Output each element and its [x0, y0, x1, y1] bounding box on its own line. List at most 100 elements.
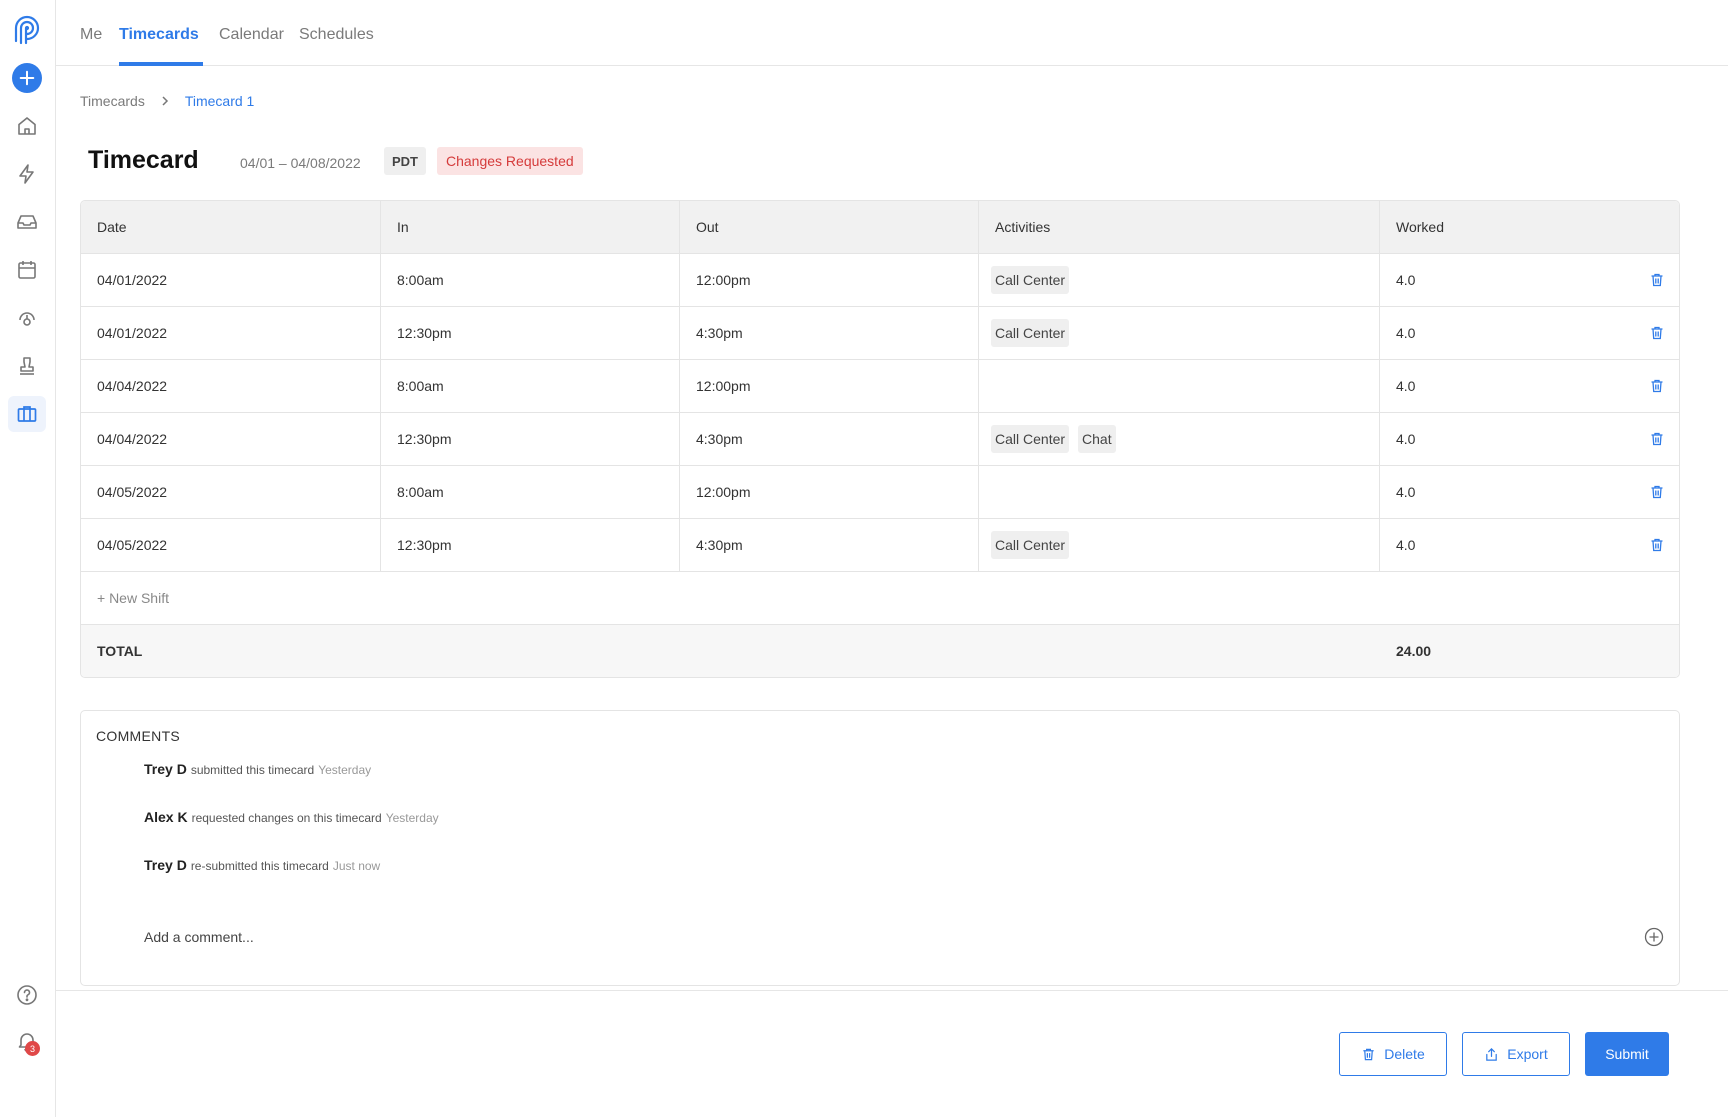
trash-icon[interactable] — [1649, 378, 1665, 394]
shift-worked-hours: 4.0 — [1396, 484, 1416, 500]
table-row[interactable]: 04/05/2022 12:30pm 4:30pm Call Center 4.… — [81, 519, 1679, 572]
shift-activities[interactable]: Call Center — [979, 519, 1380, 571]
shift-worked-hours: 4.0 — [1396, 325, 1416, 341]
trash-icon[interactable] — [1649, 431, 1665, 447]
delete-button[interactable]: Delete — [1339, 1032, 1447, 1076]
stamp-icon[interactable] — [8, 348, 46, 384]
shift-worked-cell: 4.0 — [1380, 254, 1679, 306]
comment-time: Yesterday — [385, 811, 439, 825]
shift-in-time[interactable]: 12:30pm — [381, 307, 680, 359]
comment-action: requested changes on this timecard — [191, 811, 382, 825]
table-header-row: Date In Out Activities Worked — [81, 201, 1679, 254]
shift-date[interactable]: 04/01/2022 — [81, 254, 381, 306]
shift-worked-cell: 4.0 — [1380, 360, 1679, 412]
trash-icon[interactable] — [1649, 484, 1665, 500]
bolt-icon[interactable] — [8, 156, 46, 192]
shift-in-time[interactable]: 12:30pm — [381, 413, 680, 465]
shift-out-time[interactable]: 12:00pm — [680, 466, 979, 518]
shift-date[interactable]: 04/05/2022 — [81, 466, 381, 518]
shift-worked-cell: 4.0 — [1380, 519, 1679, 571]
column-header-out: Out — [680, 201, 979, 253]
tab-me[interactable]: Me — [80, 26, 102, 44]
shift-in-time[interactable]: 8:00am — [381, 254, 680, 306]
trash-icon[interactable] — [1649, 272, 1665, 288]
briefcase-icon[interactable] — [8, 396, 46, 432]
comment-item: Trey Dsubmitted this timecard Yesterday — [144, 761, 371, 777]
shift-out-time[interactable]: 4:30pm — [680, 519, 979, 571]
shift-worked-hours: 4.0 — [1396, 537, 1416, 553]
shift-worked-cell: 4.0 — [1380, 466, 1679, 518]
trash-icon — [1363, 1048, 1374, 1060]
calendar-icon[interactable] — [8, 252, 46, 288]
create-new-button[interactable] — [12, 63, 42, 93]
notifications-bell-icon[interactable]: 3 — [8, 1023, 46, 1059]
submit-button[interactable]: Submit — [1585, 1032, 1669, 1076]
column-header-activities: Activities — [979, 201, 1380, 253]
page-title: Timecard — [88, 146, 199, 174]
shift-worked-cell: 4.0 — [1380, 307, 1679, 359]
tab-calendar[interactable]: Calendar — [219, 26, 284, 44]
app-logo[interactable] — [9, 12, 45, 48]
comment-author: Trey D — [144, 761, 187, 777]
comment-input[interactable] — [144, 929, 1614, 945]
activity-tag[interactable]: Call Center — [991, 425, 1070, 453]
comment-time: Yesterday — [318, 763, 372, 777]
activity-tag[interactable]: Call Center — [991, 266, 1070, 294]
shift-activities[interactable]: Call Center Chat — [979, 413, 1380, 465]
table-row[interactable]: 04/01/2022 12:30pm 4:30pm Call Center 4.… — [81, 307, 1679, 360]
chevron-right-icon — [159, 95, 171, 107]
shift-worked-hours: 4.0 — [1396, 431, 1416, 447]
shift-worked-hours: 4.0 — [1396, 378, 1416, 394]
new-shift-button[interactable]: + New Shift — [81, 572, 1679, 625]
activity-tag[interactable]: Chat — [1078, 425, 1116, 453]
sidebar: 3 — [0, 0, 56, 1117]
export-icon — [1486, 1047, 1498, 1061]
trash-icon[interactable] — [1649, 325, 1665, 341]
comment-item: Trey Dre-submitted this timecard Just now — [144, 857, 380, 873]
column-header-worked: Worked — [1396, 219, 1444, 235]
column-header-date: Date — [81, 201, 381, 253]
comment-item: Alex Krequested changes on this timecard… — [144, 809, 439, 825]
table-row[interactable]: 04/01/2022 8:00am 12:00pm Call Center 4.… — [81, 254, 1679, 307]
activity-tag[interactable]: Call Center — [991, 319, 1070, 347]
table-row[interactable]: 04/04/2022 8:00am 12:00pm 4.0 — [81, 360, 1679, 413]
location-pin-icon[interactable] — [8, 300, 46, 336]
column-header-in: In — [381, 201, 680, 253]
shift-date[interactable]: 04/01/2022 — [81, 307, 381, 359]
breadcrumb-timecards-link[interactable]: Timecards — [80, 93, 145, 109]
home-icon[interactable] — [8, 108, 46, 144]
active-tab-indicator — [119, 62, 203, 66]
shift-out-time[interactable]: 4:30pm — [680, 413, 979, 465]
shift-worked-cell: 4.0 — [1380, 413, 1679, 465]
tab-schedules[interactable]: Schedules — [299, 26, 374, 44]
shift-activities[interactable] — [979, 360, 1380, 412]
shift-in-time[interactable]: 8:00am — [381, 466, 680, 518]
shift-in-time[interactable]: 12:30pm — [381, 519, 680, 571]
delete-button-label: Delete — [1384, 1046, 1425, 1062]
add-comment-plus-icon[interactable] — [1644, 927, 1664, 947]
shift-date[interactable]: 04/04/2022 — [81, 360, 381, 412]
shift-date[interactable]: 04/05/2022 — [81, 519, 381, 571]
timezone-badge: PDT — [384, 147, 426, 175]
shift-out-time[interactable]: 4:30pm — [680, 307, 979, 359]
table-row[interactable]: 04/05/2022 8:00am 12:00pm 4.0 — [81, 466, 1679, 519]
tab-timecards[interactable]: Timecards — [119, 26, 199, 44]
shift-activities[interactable]: Call Center — [979, 307, 1380, 359]
trash-icon[interactable] — [1649, 537, 1665, 553]
shift-activities[interactable] — [979, 466, 1380, 518]
comments-panel: COMMENTS Trey Dsubmitted this timecard Ye… — [80, 710, 1680, 986]
shift-out-time[interactable]: 12:00pm — [680, 360, 979, 412]
shift-activities[interactable]: Call Center — [979, 254, 1380, 306]
export-button-label: Export — [1507, 1046, 1548, 1062]
shift-out-time[interactable]: 12:00pm — [680, 254, 979, 306]
comment-action: submitted this timecard — [190, 763, 315, 777]
activity-tag[interactable]: Call Center — [991, 531, 1070, 559]
shift-date[interactable]: 04/04/2022 — [81, 413, 381, 465]
export-button[interactable]: Export — [1462, 1032, 1570, 1076]
table-row[interactable]: 04/04/2022 12:30pm 4:30pm Call Center Ch… — [81, 413, 1679, 466]
help-icon[interactable] — [8, 977, 46, 1013]
footer-actions: Delete Export Submit — [56, 990, 1728, 1117]
shift-in-time[interactable]: 8:00am — [381, 360, 680, 412]
inbox-icon[interactable] — [8, 204, 46, 240]
total-label: TOTAL — [97, 643, 143, 659]
